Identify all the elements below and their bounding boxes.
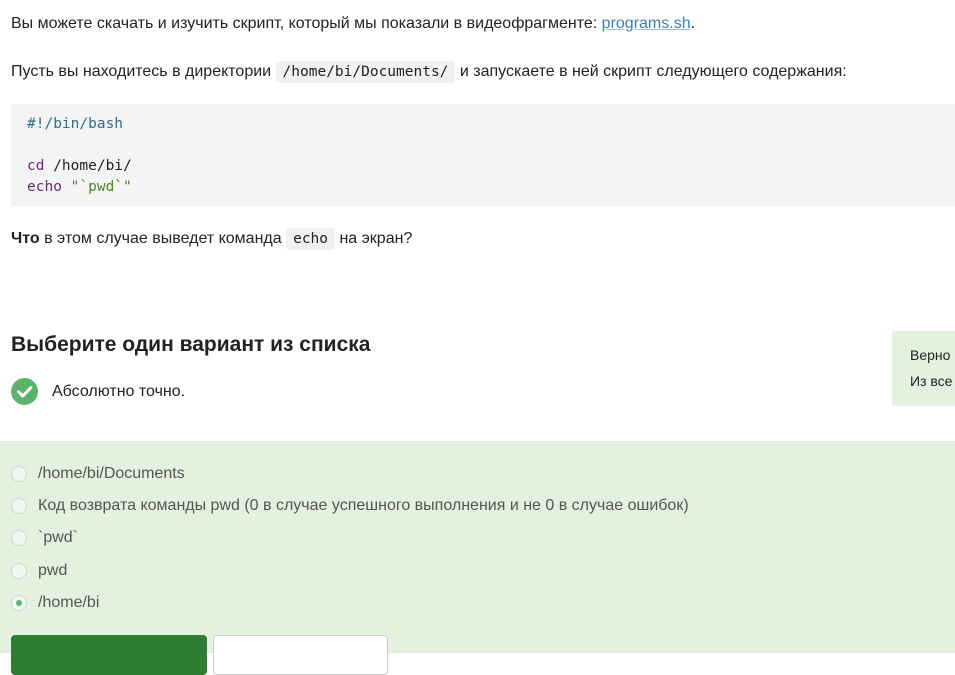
- context-text-1: Пусть вы находитесь в директории: [11, 63, 276, 80]
- radio-button[interactable]: [11, 498, 27, 514]
- download-paragraph: Вы можете скачать и изучить скрипт, кото…: [11, 14, 695, 34]
- directory-code: /home/bi/Documents/: [275, 61, 456, 83]
- secondary-button[interactable]: [213, 635, 388, 675]
- option-label: pwd: [38, 562, 68, 579]
- option-label: /home/bi: [38, 594, 100, 611]
- radio-button[interactable]: [11, 466, 27, 482]
- code-echo-argument: "`pwd`": [61, 179, 132, 195]
- result-status: Абсолютно точно.: [11, 378, 185, 405]
- programs-sh-link[interactable]: programs.sh: [602, 15, 691, 32]
- radio-button[interactable]: [11, 563, 27, 579]
- code-cd-command: cd: [27, 158, 45, 174]
- feedback-line-2: Из все: [910, 373, 953, 389]
- context-text-2: и запускаете в ней скрипт следующего сод…: [455, 63, 847, 80]
- option-3[interactable]: `pwd`: [11, 528, 78, 548]
- radio-button[interactable]: [11, 530, 27, 546]
- code-line-echo: echo "`pwd`": [27, 177, 132, 198]
- feedback-box: Верно Из все: [892, 331, 955, 406]
- option-1[interactable]: /home/bi/Documents: [11, 464, 185, 484]
- quiz-title: Выберите один вариант из списка: [11, 333, 371, 356]
- option-5[interactable]: /home/bi: [11, 593, 99, 613]
- code-cd-argument: /home/bi/: [44, 158, 132, 174]
- script-code-block: #!/bin/bash cd /home/bi/ echo "`pwd`": [11, 104, 955, 206]
- question-text-2: на экран?: [335, 230, 413, 247]
- echo-code: echo: [286, 228, 336, 250]
- download-end: .: [690, 15, 696, 32]
- question-bold: Что: [11, 230, 40, 247]
- question-text-1: в этом случае выведет команда: [39, 230, 287, 247]
- option-2[interactable]: Код возврата команды pwd (0 в случае усп…: [11, 496, 689, 516]
- feedback-line-1: Верно: [910, 347, 951, 363]
- context-paragraph: Пусть вы находитесь в директории /home/b…: [11, 61, 847, 83]
- code-line-cd: cd /home/bi/: [27, 156, 132, 177]
- question-paragraph: Что в этом случае выведет команда echo н…: [11, 228, 413, 250]
- radio-button-selected[interactable]: [11, 595, 27, 611]
- option-label: Код возврата команды pwd (0 в случае усп…: [38, 497, 689, 514]
- option-label: `pwd`: [38, 529, 79, 546]
- code-echo-command: echo: [27, 179, 62, 195]
- option-label: /home/bi/Documents: [38, 465, 185, 482]
- status-text: Абсолютно точно.: [52, 382, 186, 400]
- option-4[interactable]: pwd: [11, 561, 67, 581]
- code-line-shebang: #!/bin/bash: [27, 116, 124, 132]
- submit-button[interactable]: [11, 635, 207, 675]
- download-text: Вы можете скачать и изучить скрипт, кото…: [11, 15, 602, 32]
- check-circle-icon: [11, 378, 38, 405]
